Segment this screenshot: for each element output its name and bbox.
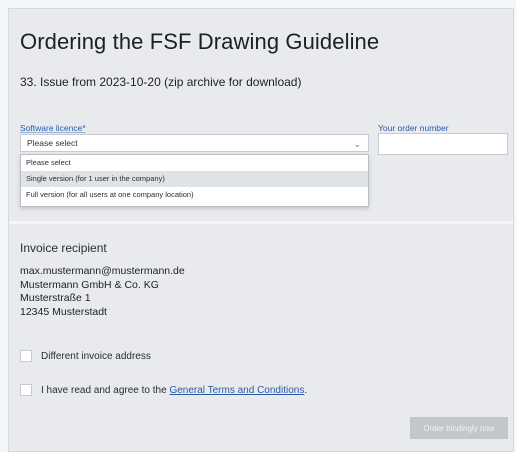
licence-section: Ordering the FSF Drawing Guideline 33. I… xyxy=(9,9,513,217)
software-licence-label: Software licence* xyxy=(20,123,86,133)
order-bindingly-button[interactable]: Order bindingly now xyxy=(410,417,508,439)
terms-row: I have read and agree to the General Ter… xyxy=(20,384,307,396)
licence-option-full-version[interactable]: Full version (for all users at one compa… xyxy=(21,187,368,203)
different-address-label: Different invoice address xyxy=(41,350,151,362)
different-address-checkbox[interactable] xyxy=(20,350,32,362)
invoice-company: Mustermann GmbH & Co. KG xyxy=(20,278,159,291)
terms-link[interactable]: General Terms and Conditions xyxy=(169,385,304,396)
order-form-panel: Ordering the FSF Drawing Guideline 33. I… xyxy=(8,8,514,452)
invoice-recipient-heading: Invoice recipient xyxy=(20,241,107,255)
chevron-down-icon: ⌄ xyxy=(353,139,361,149)
software-licence-select[interactable]: Please select ⌄ xyxy=(20,134,369,152)
order-number-label: Your order number xyxy=(378,123,449,133)
terms-prefix: I have read and agree to the xyxy=(41,384,170,396)
page-title: Ordering the FSF Drawing Guideline xyxy=(20,29,380,54)
invoice-street: Musterstraße 1 xyxy=(20,292,91,304)
invoice-city: 12345 Musterstadt xyxy=(20,305,107,318)
terms-label: I have read and agree to the General Ter… xyxy=(41,385,307,396)
order-number-input[interactable] xyxy=(378,133,508,155)
invoice-email: max.mustermann@mustermann.de xyxy=(20,265,185,277)
terms-checkbox[interactable] xyxy=(20,384,32,396)
software-licence-selected-value: Please select xyxy=(27,138,78,148)
invoice-address-block: max.mustermann@mustermann.de Mustermann … xyxy=(20,265,185,319)
different-address-row: Different invoice address xyxy=(20,350,151,362)
licence-option-please-select[interactable]: Please select xyxy=(21,155,368,171)
section-divider xyxy=(9,221,513,224)
software-licence-dropdown: Please select Single version (for 1 user… xyxy=(20,154,369,207)
issue-subtitle: 33. Issue from 2023-10-20 (zip archive f… xyxy=(20,75,302,89)
terms-suffix: . xyxy=(304,384,308,396)
licence-option-single-version[interactable]: Single version (for 1 user in the compan… xyxy=(21,171,368,187)
